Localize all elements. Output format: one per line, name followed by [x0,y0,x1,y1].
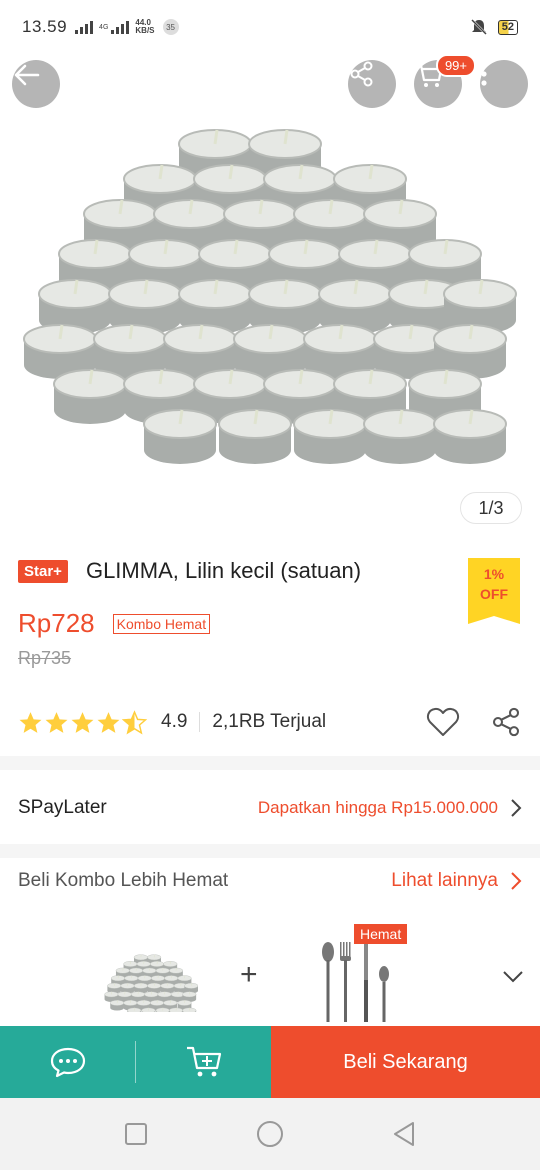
combo-plus-sign: + [240,958,258,991]
more-vertical-icon [481,62,487,86]
network-type: 4G [99,23,109,31]
chevron-right-icon[interactable] [510,871,522,891]
signal-icon-2 [111,20,130,34]
tealight [293,409,367,464]
spaylater-offer: Dapatkan hingga Rp15.000.000 [257,798,498,817]
product-image [23,129,517,464]
home-icon[interactable] [256,1120,284,1148]
tealight [182,1007,197,1012]
spaylater-label: SPayLater [18,797,107,818]
cart-button[interactable]: 99+ [414,54,476,108]
combo-items[interactable]: + Hemat [0,920,540,1026]
price-row: Rp728 Kombo Hemat [18,608,211,639]
divider [199,712,201,732]
tealight [363,409,437,464]
tealight [110,1000,125,1011]
more-button[interactable] [480,60,528,108]
back-nav-icon[interactable] [392,1121,416,1147]
combo-see-more[interactable]: Lihat lainnya [391,870,498,892]
system-nav-bar [0,1098,540,1170]
status-bar: 13.59 4G 44.0 KB/S 35 52 [0,0,540,54]
tealight [433,409,507,464]
section-divider [0,756,540,770]
signal-icon [75,20,94,34]
tealight [155,1007,170,1012]
rating-value: 4.9 [161,711,188,732]
combo-item-cutlery-image[interactable] [318,940,398,1026]
share-button[interactable] [348,60,396,108]
star-icon [19,711,42,733]
chevron-down-icon[interactable] [502,970,524,984]
tealight [168,1007,184,1012]
star-icon [97,711,120,733]
tealight [141,1007,156,1012]
cart-badge: 99+ [435,54,476,77]
tealight [143,409,217,464]
combo-title: Beli Kombo Lebih Hemat [18,870,229,891]
battery-indicator: 52 [497,19,518,35]
add-to-cart-button[interactable] [136,1026,271,1098]
notification-count: 35 [162,19,179,35]
rating-row: 4.9 2,1RB Terjual [18,706,522,738]
share-outline-icon[interactable] [490,706,522,738]
original-price: Rp735 [18,648,72,668]
rating-stars [18,709,147,735]
speed-unit: KB/S [135,26,155,35]
back-button[interactable] [12,60,60,108]
recent-apps-icon[interactable] [124,1122,148,1146]
chat-button[interactable] [0,1026,135,1098]
combo-header: Beli Kombo Lebih Hemat Lihat lainnya [18,870,522,892]
hemat-tag: Hemat [354,924,408,944]
add-cart-icon [186,1046,221,1077]
chat-icon [50,1047,85,1078]
discount-label: OFF [480,586,508,602]
bottom-action-bar: Beli Sekarang [0,1026,540,1098]
buy-now-button[interactable]: Beli Sekarang [271,1026,540,1098]
tealight [53,369,127,424]
network-speed: 44.0 KB/S [135,19,154,35]
mute-bell-icon [470,19,487,35]
combo-item-candles-image[interactable] [96,936,198,1012]
star-icon [71,711,94,733]
gallery-pager: 1/3 [460,492,522,524]
combo-tag[interactable]: Kombo Hemat [112,613,211,634]
chevron-right-icon [511,799,522,817]
star-half-icon [122,709,147,734]
tealight [218,409,292,464]
product-gallery[interactable]: 99+ 1/3 [0,54,540,534]
sold-count: 2,1RB Terjual [212,711,327,732]
spaylater-row[interactable]: SPayLater Dapatkan hingga Rp15.000.000 [18,786,522,830]
share-icon [350,61,373,87]
product-title: GLIMMA, Lilin kecil (satuan) [85,558,362,583]
star-plus-badge: Star+ [18,559,68,583]
discount-badge: 1% OFF [468,558,520,624]
discount-percent: 1% [483,566,505,582]
star-icon [45,711,68,733]
product-title-row: Star+ GLIMMA, Lilin kecil (satuan) [18,558,361,584]
status-time: 13.59 [22,17,68,36]
section-divider [0,844,540,858]
heart-icon[interactable] [426,707,460,737]
arrow-left-icon [14,64,40,86]
tealight [127,1007,142,1012]
current-price: Rp728 [18,608,95,638]
